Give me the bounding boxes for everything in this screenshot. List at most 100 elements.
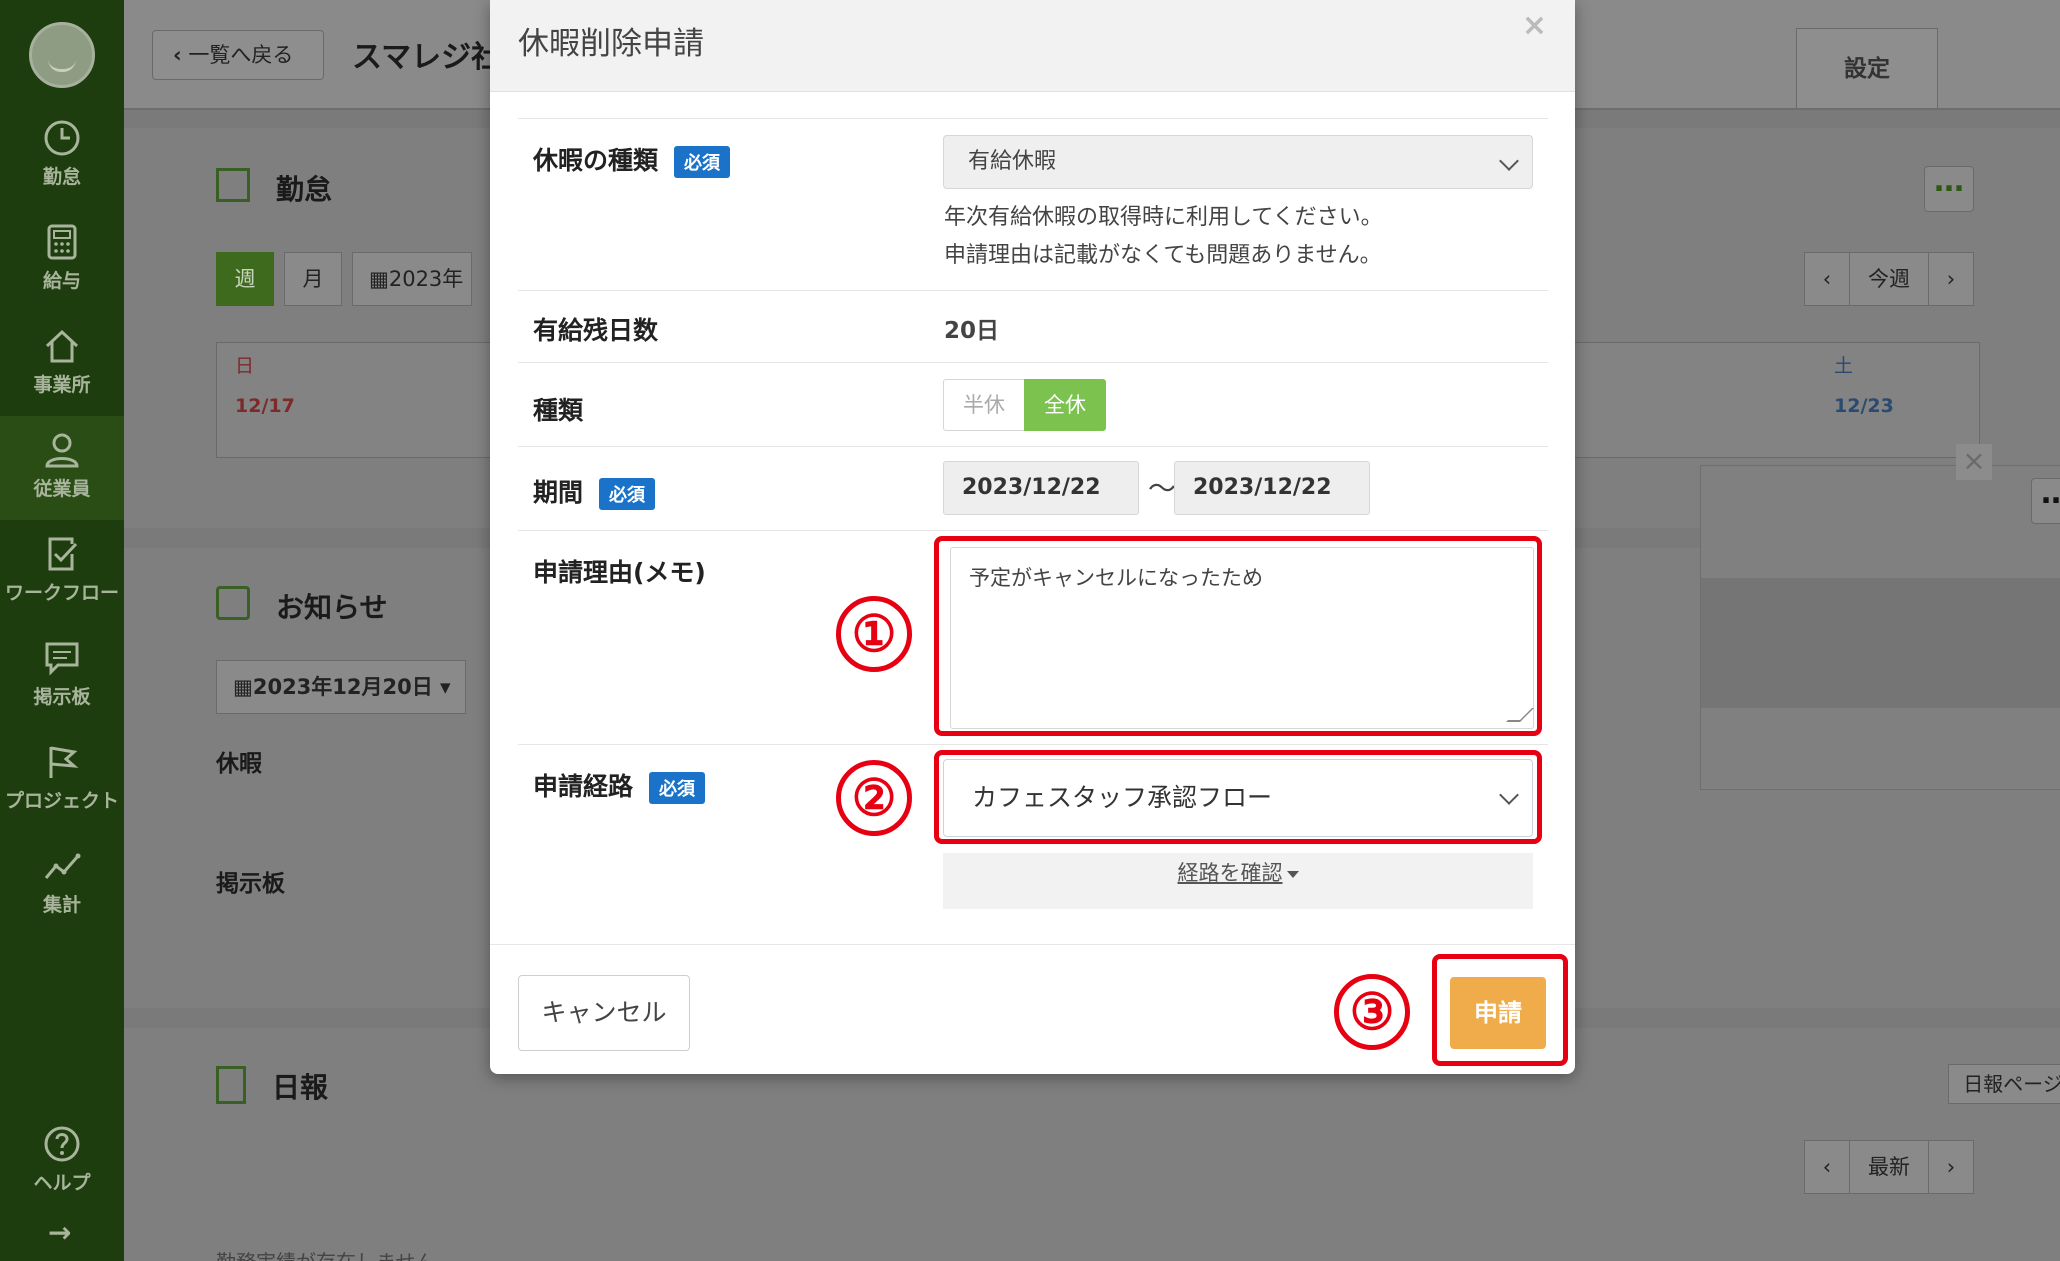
sunday-date[interactable]: 12/17 — [235, 395, 295, 417]
view-month-button[interactable]: 月 — [284, 252, 342, 306]
sidebar-item-employees[interactable]: 従業員 — [0, 416, 124, 520]
vacation-type-row: 休暇の種類 必須 有給休暇 年次有給休暇の取得時に利用してください。 申請理由は記… — [518, 118, 1548, 290]
period-from-input[interactable]: 2023/12/22 — [943, 461, 1139, 515]
no-records-text: 勤務実績が存在しません — [216, 1246, 435, 1261]
chart-icon — [44, 853, 81, 879]
sidebar-item-label: 事業所 — [33, 374, 91, 396]
next-week-button[interactable]: › — [1928, 252, 1974, 306]
home-icon — [45, 329, 79, 363]
saturday-label: 土 — [1834, 355, 1854, 377]
modal-header: 休暇削除申請 × — [490, 0, 1575, 92]
sidebar-item-office[interactable]: 事業所 — [0, 312, 124, 416]
prev-week-button[interactable]: ‹ — [1804, 252, 1850, 306]
annotation-number-1: ① — [836, 596, 912, 672]
annotation-number-2: ② — [836, 760, 912, 836]
sunday-label: 日 — [235, 355, 255, 377]
chat-icon — [216, 586, 250, 620]
remaining-days-value: 20日 — [944, 318, 1000, 344]
back-button-label: 一覧へ戻る — [188, 43, 294, 67]
kind-label: 種類 — [533, 396, 584, 425]
view-week-button[interactable]: 週 — [216, 252, 274, 306]
period-to-input[interactable]: 2023/12/22 — [1174, 461, 1370, 515]
notice-title: お知らせ — [276, 591, 388, 624]
annotation-number-3: ③ — [1334, 974, 1410, 1050]
vacation-type-help: 年次有給休暇の取得時に利用してください。 申請理由は記載がなくても問題ありません… — [944, 199, 1383, 275]
settings-button[interactable]: 設定 — [1796, 28, 1938, 108]
vacation-type-value: 有給休暇 — [968, 149, 1057, 174]
sidebar-item-project[interactable]: プロジェクト — [0, 728, 124, 832]
annotation-box-route — [934, 750, 1542, 844]
period-label-text: 期間 — [533, 478, 584, 507]
sidebar-item-payroll[interactable]: 給与 — [0, 208, 124, 312]
attendance-title: 勤怠 — [276, 173, 333, 206]
sidebar-item-workflow[interactable]: ワークフロー — [0, 520, 124, 624]
prev-report-button[interactable]: ‹ — [1804, 1140, 1850, 1194]
close-icon[interactable]: × — [1522, 8, 1547, 43]
clock-icon — [44, 120, 80, 156]
vacation-type-select[interactable]: 有給休暇 — [943, 135, 1533, 189]
popover-content — [1701, 578, 2060, 708]
route-confirm-link[interactable]: 経路を確認 — [943, 853, 1533, 909]
person-icon — [45, 433, 79, 468]
caret-down-icon — [1286, 870, 1299, 878]
period-label: 期間 必須 — [533, 473, 656, 510]
chevron-left-icon: ‹ — [173, 43, 182, 67]
sidebar-item-attendance[interactable]: 勤怠 — [0, 104, 124, 208]
sidebar-item-label: 集計 — [42, 894, 81, 916]
background-popover: … — [1700, 465, 2060, 790]
chevron-down-icon — [1499, 151, 1519, 171]
popover-close-icon[interactable]: × — [1956, 444, 1992, 480]
full-day-toggle[interactable]: 全休 — [1024, 379, 1106, 431]
latest-report-button[interactable]: 最新 — [1849, 1140, 1929, 1194]
remaining-days-label: 有給残日数 — [533, 316, 659, 345]
period-row: 期間 必須 2023/12/22 〜 2023/12/22 — [518, 446, 1548, 530]
annotation-box-apply — [1432, 954, 1568, 1066]
date-picker-button[interactable]: ▦2023年12 — [352, 252, 472, 306]
calendar-icon: ▦ — [369, 267, 389, 291]
sidebar-item-label: 給与 — [42, 270, 81, 292]
calculator-icon — [47, 224, 77, 260]
vacation-type-label-text: 休暇の種類 — [533, 146, 659, 175]
saturday-date[interactable]: 12/23 — [1834, 395, 1894, 417]
daily-report-title: 日報 — [272, 1071, 329, 1104]
document-icon — [216, 1066, 246, 1104]
sidebar-item-stats[interactable]: 集計 — [0, 832, 124, 936]
required-badge: 必須 — [599, 478, 656, 510]
vacation-type-label: 休暇の種類 必須 — [533, 141, 731, 178]
sidebar-item-help[interactable]: ヘルプ — [0, 1110, 124, 1214]
next-report-button[interactable]: › — [1928, 1140, 1974, 1194]
route-label-text: 申請経路 — [533, 772, 634, 801]
grid-icon — [216, 168, 250, 202]
sidebar-item-label: ヘルプ — [33, 1172, 91, 1194]
popover-more-button[interactable]: … — [2031, 478, 2060, 524]
expand-arrow-icon[interactable]: → — [48, 1216, 71, 1249]
sidebar-item-label: 掲示板 — [33, 686, 91, 708]
notice-date-dropdown[interactable]: ▦2023年12月20日 ▾ — [216, 660, 466, 714]
sidebar-item-label: ワークフロー — [4, 582, 119, 604]
back-to-list-button[interactable]: ‹ 一覧へ戻る — [152, 30, 324, 80]
more-options-button[interactable]: … — [1924, 166, 1974, 212]
notice-board-heading: 掲示板 — [216, 871, 285, 897]
help-line-2: 申請理由は記載がなくても問題ありません。 — [944, 243, 1382, 268]
sidebar: 勤怠 給与 事業所 従業員 ワークフロー 掲示板 プロジェクト 集計 ヘルプ → — [0, 0, 124, 1261]
calendar-icon: ▦ — [233, 675, 253, 699]
period-separator: 〜 — [1148, 472, 1177, 505]
daily-report-page-button[interactable]: 日報ページへ — [1948, 1064, 2060, 1104]
chat-icon — [45, 642, 79, 676]
app-logo[interactable] — [29, 22, 95, 88]
flag-icon — [49, 746, 79, 778]
modal-footer: キャンセル 申請 — [490, 944, 1575, 1074]
remaining-days-row: 有給残日数 20日 — [518, 290, 1548, 362]
checklist-icon — [48, 537, 78, 571]
sidebar-item-label: 勤怠 — [42, 166, 81, 188]
route-confirm-text: 経路を確認 — [1177, 861, 1283, 885]
half-day-toggle[interactable]: 半休 — [943, 379, 1025, 431]
required-badge: 必須 — [649, 772, 706, 804]
sidebar-item-label: 従業員 — [33, 478, 91, 500]
sidebar-item-bulletin[interactable]: 掲示板 — [0, 624, 124, 728]
cancel-button[interactable]: キャンセル — [518, 975, 690, 1051]
caret-down-icon: ▾ — [432, 675, 451, 699]
this-week-button[interactable]: 今週 — [1849, 252, 1929, 306]
store-name: スマレジ社 — [352, 40, 502, 75]
question-icon — [44, 1126, 80, 1162]
